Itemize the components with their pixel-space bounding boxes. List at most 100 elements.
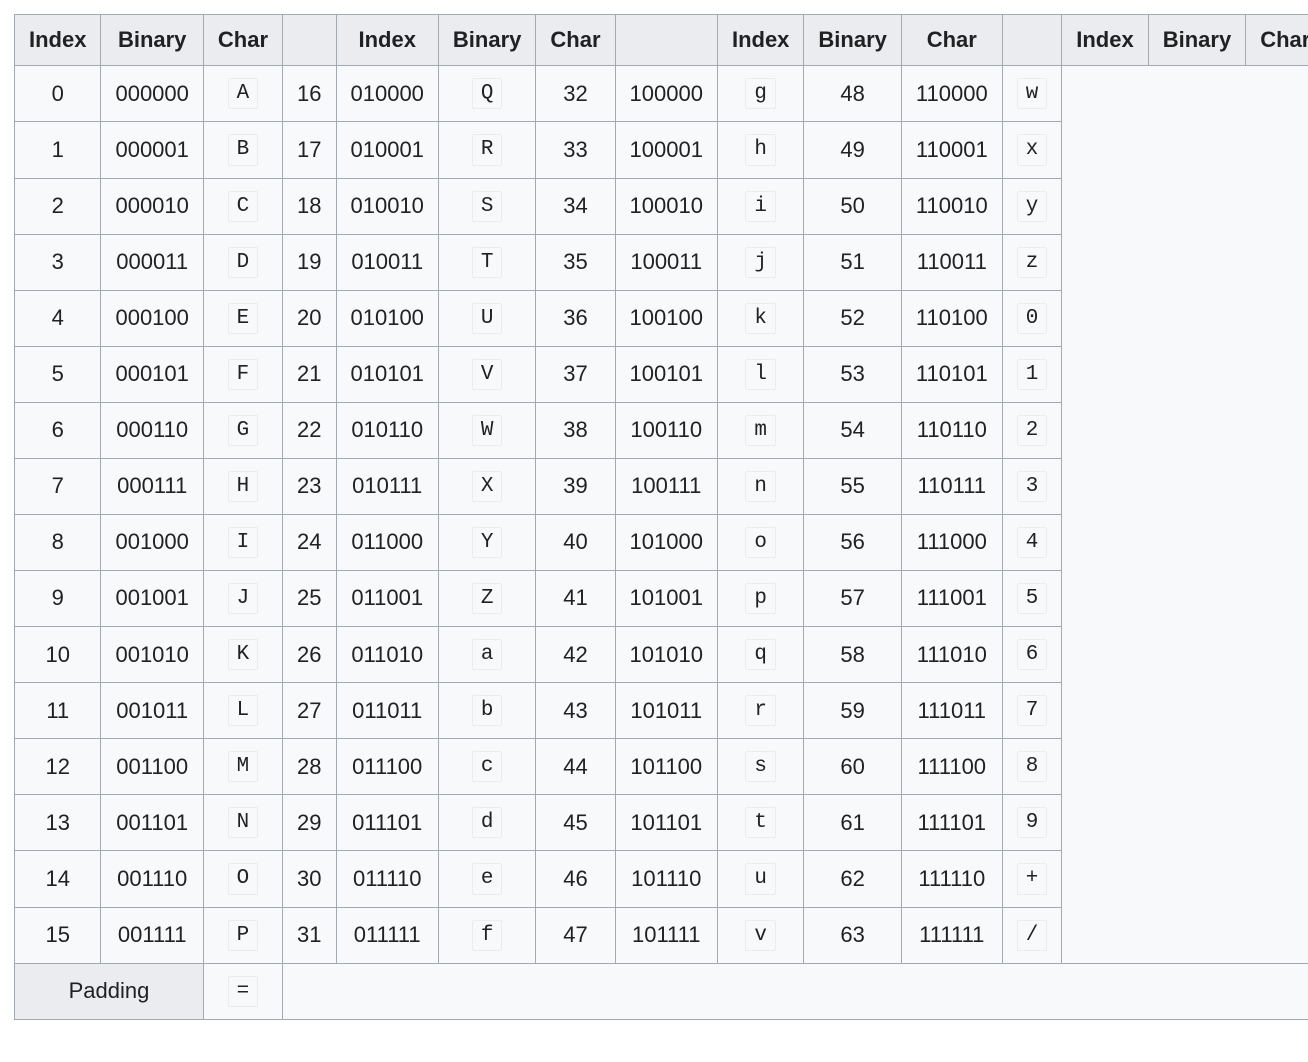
cell-binary: 101100 xyxy=(615,739,717,795)
cell-binary: 010000 xyxy=(336,66,438,122)
cell-index: 15 xyxy=(15,907,101,963)
cell-char: y xyxy=(1002,178,1062,234)
cell-binary: 010011 xyxy=(336,234,438,290)
cell-binary: 011010 xyxy=(336,627,438,683)
cell-char: u xyxy=(717,851,803,907)
padding-row: Padding = xyxy=(15,963,1308,1019)
cell-index: 58 xyxy=(804,627,901,683)
char-value: c xyxy=(472,751,503,782)
char-value: w xyxy=(1017,78,1048,109)
cell-binary: 111011 xyxy=(901,683,1002,739)
cell-binary: 100010 xyxy=(615,178,717,234)
cell-binary: 111010 xyxy=(901,627,1002,683)
padding-char-cell: = xyxy=(203,963,282,1019)
cell-char: K xyxy=(203,627,282,683)
char-value: W xyxy=(472,415,503,446)
char-value: R xyxy=(472,134,503,165)
cell-index: 61 xyxy=(804,795,901,851)
cell-binary: 001011 xyxy=(101,683,203,739)
cell-char: n xyxy=(717,458,803,514)
char-value: S xyxy=(472,191,503,222)
char-value: g xyxy=(745,78,776,109)
cell-binary: 011100 xyxy=(336,739,438,795)
padding-label: Padding xyxy=(15,963,204,1019)
cell-char: W xyxy=(438,402,535,458)
cell-char: l xyxy=(717,346,803,402)
char-value: a xyxy=(472,639,503,670)
cell-binary: 110001 xyxy=(901,122,1002,178)
cell-binary: 001000 xyxy=(101,515,203,571)
cell-binary: 001010 xyxy=(101,627,203,683)
cell-binary: 011110 xyxy=(336,851,438,907)
cell-index: 21 xyxy=(283,346,336,402)
column-gap xyxy=(1002,15,1062,66)
cell-char: 7 xyxy=(1002,683,1062,739)
cell-index: 26 xyxy=(283,627,336,683)
cell-char: N xyxy=(203,795,282,851)
char-value: m xyxy=(745,415,776,446)
cell-char: r xyxy=(717,683,803,739)
char-value: X xyxy=(472,471,503,502)
char-value: d xyxy=(472,807,503,838)
char-value: + xyxy=(1017,863,1048,894)
cell-binary: 000101 xyxy=(101,346,203,402)
cell-binary: 100111 xyxy=(615,458,717,514)
cell-binary: 100101 xyxy=(615,346,717,402)
cell-char: m xyxy=(717,402,803,458)
cell-index: 28 xyxy=(283,739,336,795)
cell-binary: 100000 xyxy=(615,66,717,122)
cell-binary: 110110 xyxy=(901,402,1002,458)
cell-binary: 101110 xyxy=(615,851,717,907)
header-row: IndexBinaryCharIndexBinaryCharIndexBinar… xyxy=(15,15,1308,66)
column-header-binary: Binary xyxy=(1148,15,1245,66)
char-value: P xyxy=(228,920,259,951)
cell-char: o xyxy=(717,515,803,571)
cell-binary: 101101 xyxy=(615,795,717,851)
cell-char: D xyxy=(203,234,282,290)
column-header-char: Char xyxy=(901,15,1002,66)
char-value: x xyxy=(1017,134,1048,165)
cell-binary: 001101 xyxy=(101,795,203,851)
cell-char: 9 xyxy=(1002,795,1062,851)
cell-char: 8 xyxy=(1002,739,1062,795)
table-row: 0000000A16010000Q32100000g48110000w xyxy=(15,66,1308,122)
cell-char: 5 xyxy=(1002,571,1062,627)
cell-char: Z xyxy=(438,571,535,627)
table-row: 6000110G22010110W38100110m541101102 xyxy=(15,402,1308,458)
char-value: 0 xyxy=(1017,303,1048,334)
cell-index: 12 xyxy=(15,739,101,795)
cell-index: 14 xyxy=(15,851,101,907)
cell-char: b xyxy=(438,683,535,739)
cell-index: 34 xyxy=(536,178,615,234)
column-header-char: Char xyxy=(1246,15,1308,66)
cell-binary: 110000 xyxy=(901,66,1002,122)
table-row: 11001011L27011011b43101011r591110117 xyxy=(15,683,1308,739)
cell-char: + xyxy=(1002,851,1062,907)
cell-binary: 111101 xyxy=(901,795,1002,851)
cell-char: 1 xyxy=(1002,346,1062,402)
char-value: E xyxy=(228,303,259,334)
cell-char: H xyxy=(203,458,282,514)
cell-char: T xyxy=(438,234,535,290)
char-value: 9 xyxy=(1017,807,1048,838)
cell-index: 16 xyxy=(283,66,336,122)
table-row: 8001000I24011000Y40101000o561110004 xyxy=(15,515,1308,571)
cell-char: 0 xyxy=(1002,290,1062,346)
column-gap xyxy=(615,15,717,66)
cell-char: d xyxy=(438,795,535,851)
cell-index: 0 xyxy=(15,66,101,122)
cell-binary: 111001 xyxy=(901,571,1002,627)
table-row: 5000101F21010101V37100101l531101011 xyxy=(15,346,1308,402)
cell-index: 33 xyxy=(536,122,615,178)
char-value: z xyxy=(1017,247,1048,278)
column-header-binary: Binary xyxy=(804,15,901,66)
column-header-binary: Binary xyxy=(101,15,203,66)
cell-index: 13 xyxy=(15,795,101,851)
cell-binary: 000001 xyxy=(101,122,203,178)
char-value: 8 xyxy=(1017,751,1048,782)
cell-binary: 011001 xyxy=(336,571,438,627)
cell-char: A xyxy=(203,66,282,122)
cell-binary: 110100 xyxy=(901,290,1002,346)
padding-char: = xyxy=(228,976,259,1007)
table-row: 7000111H23010111X39100111n551101113 xyxy=(15,458,1308,514)
